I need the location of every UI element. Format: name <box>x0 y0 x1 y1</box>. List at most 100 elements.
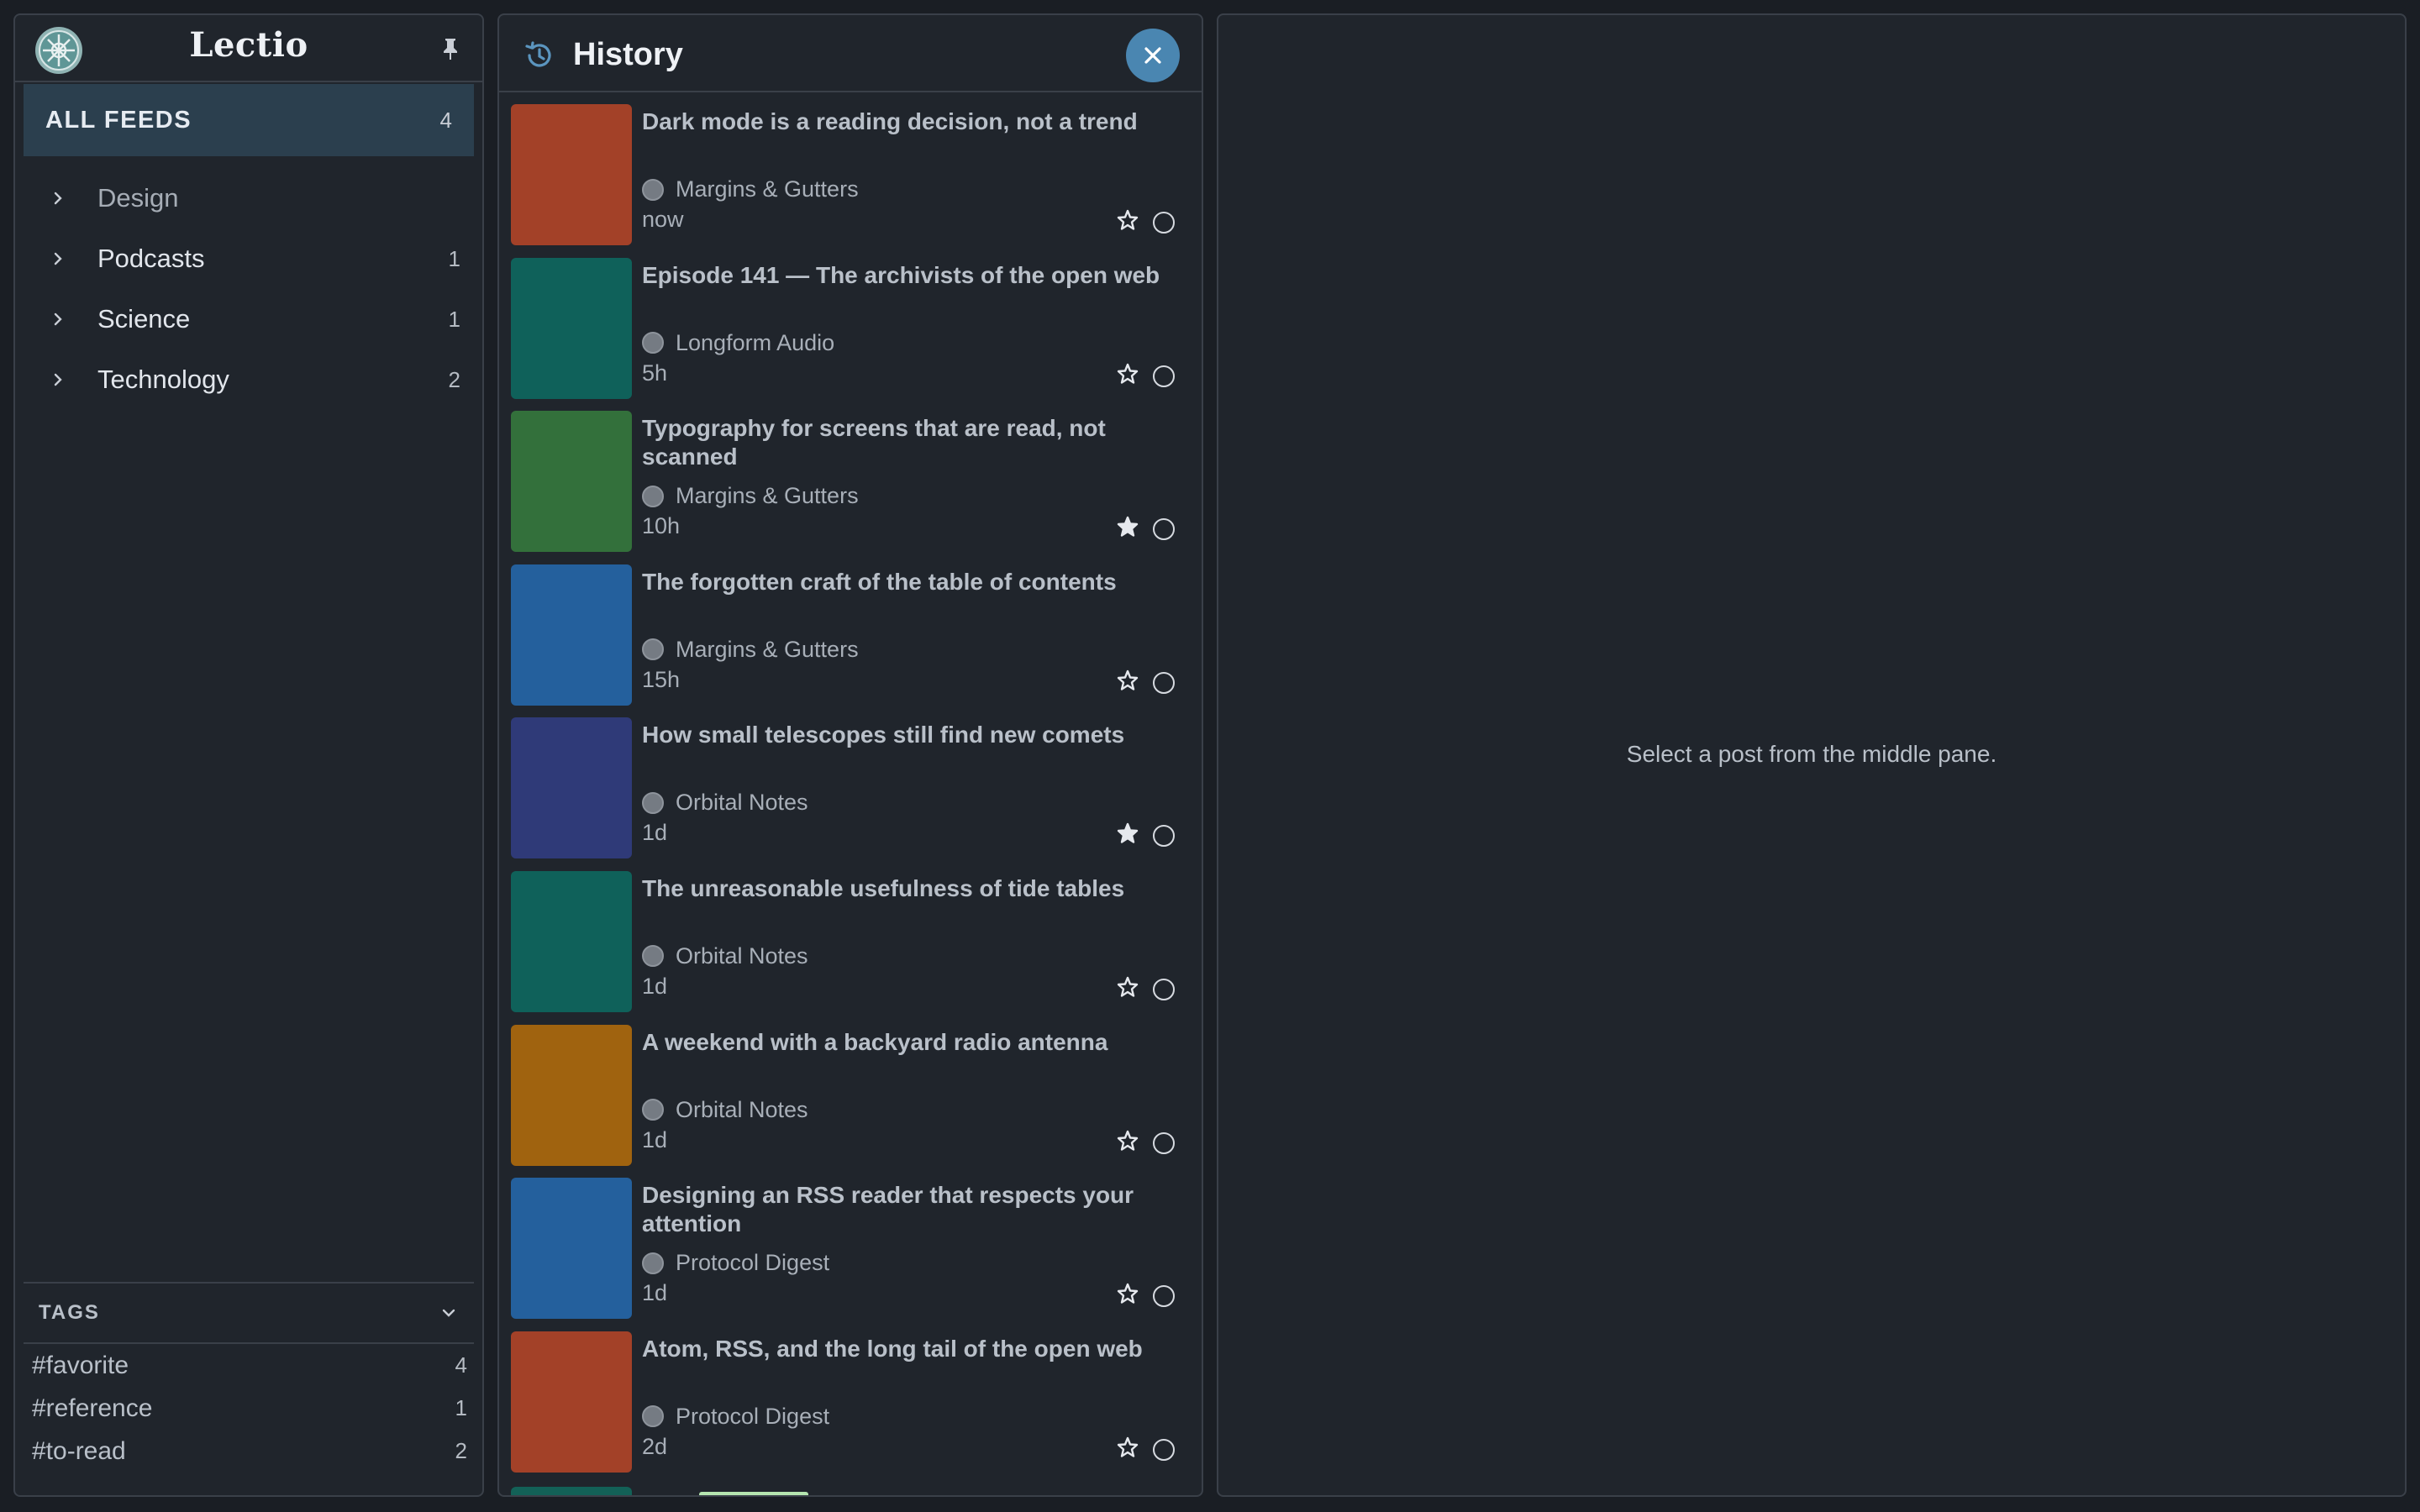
tag-item-favorite[interactable]: #favorite 4 <box>24 1344 474 1387</box>
post-source-name: Margins & Gutters <box>676 483 859 509</box>
feed-favicon-icon <box>642 1099 664 1121</box>
post-thumbnail <box>511 1178 632 1320</box>
post-thumbnail <box>511 564 632 706</box>
post-title[interactable]: Designing an RSS reader that respects yo… <box>642 1181 1176 1238</box>
post-item[interactable]: Dark mode is a reading decision, not a t… <box>499 104 1202 258</box>
post-source: Orbital Notes <box>642 943 808 969</box>
empty-state-message: Select a post from the middle pane. <box>1626 741 1997 767</box>
tags-header[interactable]: TAGS <box>24 1284 474 1344</box>
reader-pane: Select a post from the middle pane. <box>1217 13 2407 1497</box>
mark-read-icon[interactable] <box>1153 1438 1175 1461</box>
star-icon[interactable] <box>1116 362 1139 386</box>
feed-favicon-icon <box>642 1252 664 1274</box>
post-source-name: Protocol Digest <box>676 1250 830 1276</box>
post-source: Margins & Gutters <box>642 176 859 202</box>
chevron-right-icon[interactable] <box>49 249 67 268</box>
post-title[interactable]: Episode 141 — The archivists of the open… <box>642 261 1176 290</box>
history-title: History <box>573 37 683 72</box>
tag-name: #favorite <box>32 1351 129 1379</box>
tag-name: #to-read <box>32 1436 126 1465</box>
pin-icon[interactable] <box>437 35 464 62</box>
all-feeds-label: ALL FEEDS <box>45 106 192 134</box>
feed-name: Science <box>97 304 191 333</box>
history-header: History <box>499 15 1202 92</box>
post-item[interactable]: A weekend with a backyard radio antenna O… <box>499 1024 1202 1179</box>
post-source: Protocol Digest <box>642 1250 829 1276</box>
post-title[interactable]: The unreasonable usefulness of tide tabl… <box>642 874 1176 903</box>
chevron-right-icon[interactable] <box>49 370 67 389</box>
tag-item-to-read[interactable]: #to-read 2 <box>24 1430 474 1473</box>
sidebar-item-podcasts[interactable]: Podcasts 1 <box>24 228 474 289</box>
post-source-name: Orbital Notes <box>676 942 808 969</box>
post-badge <box>699 1492 808 1495</box>
sidebar: Lectio ALL FEEDS 4 Design Podcasts 1 Sci… <box>13 13 484 1497</box>
star-icon[interactable] <box>1116 208 1139 232</box>
mark-read-icon[interactable] <box>1153 518 1175 541</box>
close-icon <box>1144 47 1161 64</box>
post-item[interactable]: Atom, RSS, and the long tail of the open… <box>499 1331 1202 1485</box>
post-thumbnail <box>511 257 632 399</box>
post-title[interactable]: How small telescopes still find new come… <box>642 721 1176 749</box>
post-age: 5h <box>642 360 668 386</box>
post-title[interactable]: Dark mode is a reading decision, not a t… <box>642 108 1176 136</box>
all-feeds-item[interactable]: ALL FEEDS 4 <box>24 84 474 156</box>
mark-read-icon[interactable] <box>1153 1131 1175 1154</box>
post-source-name: Orbital Notes <box>676 1096 808 1122</box>
post-thumbnail <box>511 717 632 859</box>
star-icon[interactable] <box>1116 1282 1139 1305</box>
chevron-down-icon[interactable] <box>439 1303 459 1323</box>
close-button[interactable] <box>1126 29 1180 82</box>
mark-read-icon[interactable] <box>1153 671 1175 694</box>
post-source: Margins & Gutters <box>642 483 859 509</box>
mark-read-icon[interactable] <box>1153 825 1175 848</box>
post-title[interactable]: Atom, RSS, and the long tail of the open… <box>642 1335 1176 1363</box>
post-item[interactable]: The forgotten craft of the table of cont… <box>499 564 1202 718</box>
post-title[interactable]: The forgotten craft of the table of cont… <box>642 568 1176 596</box>
chevron-right-icon[interactable] <box>49 189 67 207</box>
star-icon[interactable] <box>1116 975 1139 999</box>
post-thumbnail <box>511 870 632 1012</box>
post-source-name: Orbital Notes <box>676 790 808 816</box>
feed-favicon-icon <box>642 485 664 507</box>
star-filled-icon[interactable] <box>1116 515 1139 538</box>
mark-read-icon[interactable] <box>1153 212 1175 234</box>
feed-name: Podcasts <box>97 244 205 273</box>
star-icon[interactable] <box>1116 669 1139 692</box>
post-item[interactable]: The unreasonable usefulness of tide tabl… <box>499 870 1202 1025</box>
feed-favicon-icon <box>642 945 664 968</box>
feed-count: 1 <box>448 245 460 271</box>
tag-count: 2 <box>455 1438 467 1463</box>
feed-favicon-icon <box>642 638 664 661</box>
post-age: 1d <box>642 820 668 846</box>
post-source-name: Margins & Gutters <box>676 636 859 662</box>
post-item[interactable]: Episode 141 — The archivists of the open… <box>499 257 1202 412</box>
sidebar-item-technology[interactable]: Technology 2 <box>24 349 474 410</box>
post-title[interactable]: A weekend with a backyard radio antenna <box>642 1028 1176 1057</box>
mark-read-icon[interactable] <box>1153 365 1175 387</box>
post-age: 10h <box>642 513 681 539</box>
post-source: Protocol Digest <box>642 1404 829 1430</box>
post-source-name: Protocol Digest <box>676 1403 830 1429</box>
sidebar-header: Lectio <box>15 15 482 82</box>
star-icon[interactable] <box>1116 1129 1139 1152</box>
post-item[interactable]: How small telescopes still find new come… <box>499 717 1202 871</box>
post-item[interactable]: Typography for screens that are read, no… <box>499 411 1202 564</box>
sidebar-item-science[interactable]: Science 1 <box>24 289 474 349</box>
tag-name: #reference <box>32 1394 153 1422</box>
post-age: 1d <box>642 1280 668 1306</box>
post-thumbnail <box>511 1331 632 1473</box>
app-title: Lectio <box>189 25 308 65</box>
tag-item-reference[interactable]: #reference 1 <box>24 1387 474 1430</box>
all-feeds-count: 4 <box>439 107 452 133</box>
tag-count: 4 <box>455 1352 467 1378</box>
feed-favicon-icon <box>642 332 664 354</box>
post-item[interactable]: Designing an RSS reader that respects yo… <box>499 1178 1202 1331</box>
sidebar-item-design[interactable]: Design <box>24 168 474 228</box>
mark-read-icon[interactable] <box>1153 1285 1175 1308</box>
post-age: 15h <box>642 666 681 692</box>
mark-read-icon[interactable] <box>1153 978 1175 1000</box>
chevron-right-icon[interactable] <box>49 310 67 328</box>
star-icon[interactable] <box>1116 1436 1139 1459</box>
post-title[interactable]: Typography for screens that are read, no… <box>642 414 1176 471</box>
star-filled-icon[interactable] <box>1116 822 1139 845</box>
